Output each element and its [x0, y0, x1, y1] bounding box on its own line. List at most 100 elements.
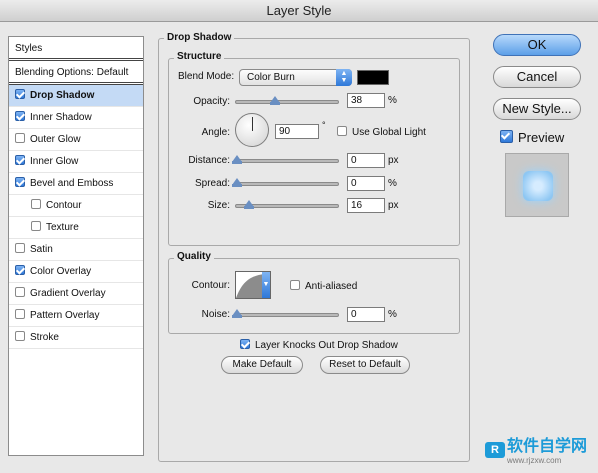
noise-unit: % — [388, 309, 397, 320]
watermark-url: www.rjzxw.com — [507, 456, 562, 465]
style-item-pattern-overlay[interactable]: Pattern Overlay — [9, 305, 143, 327]
noise-field[interactable]: 0 — [347, 307, 385, 322]
style-item-color-overlay[interactable]: Color Overlay — [9, 261, 143, 283]
watermark: R 软件自学网 www.rjzxw.com — [485, 432, 587, 465]
style-item-label: Pattern Overlay — [30, 310, 100, 321]
opacity-label: Opacity: — [193, 96, 230, 107]
knockout-label: Layer Knocks Out Drop Shadow — [255, 340, 398, 351]
style-checkbox[interactable] — [15, 309, 25, 319]
style-item-inner-shadow[interactable]: Inner Shadow — [9, 107, 143, 129]
angle-unit: ° — [322, 120, 326, 130]
style-item-label: Bevel and Emboss — [30, 178, 114, 189]
size-label: Size: — [207, 200, 230, 211]
style-checkbox[interactable] — [31, 221, 41, 231]
ok-button[interactable]: OK — [493, 34, 581, 56]
distance-slider[interactable] — [232, 155, 339, 164]
reset-to-default-button[interactable]: Reset to Default — [320, 356, 410, 374]
style-item-contour[interactable]: Contour — [9, 195, 143, 217]
style-item-label: Color Overlay — [30, 266, 92, 277]
spread-label: Spread: — [194, 178, 230, 189]
distance-unit: px — [388, 155, 399, 166]
style-item-stroke[interactable]: Stroke — [9, 327, 143, 349]
drop-shadow-panel: Drop Shadow Structure Blend Mode: Color … — [158, 32, 470, 464]
spread-field[interactable]: 0 — [347, 176, 385, 191]
layer-style-dialog: Styles Blending Options: Default Drop Sh… — [0, 22, 598, 473]
size-slider-knob[interactable] — [244, 200, 254, 209]
contour-label: Contour: — [191, 280, 230, 291]
size-field[interactable]: 16 — [347, 198, 385, 213]
preview-checkbox[interactable] — [500, 130, 513, 143]
style-checkbox[interactable] — [15, 133, 25, 143]
use-global-light-row[interactable]: Use Global Light — [337, 126, 426, 138]
style-item-outer-glow[interactable]: Outer Glow — [9, 129, 143, 151]
style-item-label: Outer Glow — [30, 134, 81, 145]
make-default-button[interactable]: Make Default — [221, 356, 303, 374]
style-checkbox[interactable] — [15, 89, 25, 99]
size-unit: px — [388, 200, 399, 211]
style-item-label: Drop Shadow — [30, 90, 95, 101]
anti-aliased-row[interactable]: Anti-aliased — [290, 280, 357, 292]
watermark-text: 软件自学网 — [507, 438, 588, 455]
style-item-label: Gradient Overlay — [30, 288, 106, 299]
opacity-slider-knob[interactable] — [270, 96, 280, 105]
blend-mode-select[interactable]: Color Burn ▲ ▼ — [239, 69, 352, 86]
opacity-slider[interactable] — [235, 96, 339, 105]
angle-dial[interactable] — [235, 113, 269, 147]
style-item-label: Texture — [46, 222, 79, 233]
preview-row[interactable]: Preview — [500, 130, 564, 145]
style-item-label: Satin — [30, 244, 53, 255]
knockout-checkbox[interactable] — [240, 339, 250, 349]
style-checkbox[interactable] — [15, 155, 25, 165]
opacity-unit: % — [388, 95, 397, 106]
noise-slider-knob[interactable] — [232, 309, 242, 318]
spread-slider-knob[interactable] — [232, 178, 242, 187]
noise-label: Noise: — [201, 309, 230, 320]
new-style-button[interactable]: New Style... — [493, 98, 581, 120]
style-item-gradient-overlay[interactable]: Gradient Overlay — [9, 283, 143, 305]
distance-slider-knob[interactable] — [232, 155, 242, 164]
style-item-label: Contour — [46, 200, 82, 211]
blending-options-item[interactable]: Blending Options: Default — [9, 61, 143, 85]
contour-curve-icon — [236, 274, 264, 298]
style-item-drop-shadow[interactable]: Drop Shadow — [9, 85, 143, 107]
opacity-field[interactable]: 38 — [347, 93, 385, 108]
spread-slider[interactable] — [232, 178, 339, 187]
blend-mode-value: Color Burn — [247, 72, 295, 83]
style-item-satin[interactable]: Satin — [9, 239, 143, 261]
style-checkbox[interactable] — [15, 177, 25, 187]
style-checkbox[interactable] — [15, 331, 25, 341]
quality-title: Quality — [174, 251, 214, 262]
style-item-label: Stroke — [30, 332, 59, 343]
style-checkbox[interactable] — [15, 265, 25, 275]
style-checkbox[interactable] — [31, 199, 41, 209]
style-checkbox[interactable] — [15, 111, 25, 121]
angle-label: Angle: — [201, 127, 230, 138]
angle-field[interactable]: 90 — [275, 124, 319, 139]
style-item-bevel-and-emboss[interactable]: Bevel and Emboss — [9, 173, 143, 195]
preview-layer — [523, 171, 553, 201]
style-item-texture[interactable]: Texture — [9, 217, 143, 239]
updown-arrows-icon: ▲ ▼ — [336, 69, 352, 86]
contour-picker[interactable]: ▼ — [235, 271, 271, 299]
styles-header[interactable]: Styles — [9, 37, 143, 61]
use-global-light-checkbox[interactable] — [337, 126, 347, 136]
distance-label: Distance: — [188, 155, 230, 166]
style-item-inner-glow[interactable]: Inner Glow — [9, 151, 143, 173]
anti-aliased-label: Anti-aliased — [305, 281, 358, 292]
section-title: Drop Shadow — [164, 32, 235, 43]
style-checkbox[interactable] — [15, 287, 25, 297]
dropdown-arrow-icon: ▼ — [262, 272, 270, 298]
size-slider[interactable] — [235, 200, 339, 209]
window-title: Layer Style — [0, 0, 598, 22]
anti-aliased-checkbox[interactable] — [290, 280, 300, 290]
style-checkbox[interactable] — [15, 243, 25, 253]
noise-slider[interactable] — [232, 309, 339, 318]
structure-group — [168, 58, 460, 246]
shadow-color-swatch[interactable] — [357, 70, 389, 85]
distance-field[interactable]: 0 — [347, 153, 385, 168]
style-item-label: Inner Glow — [30, 156, 79, 167]
preview-label: Preview — [518, 130, 565, 145]
cancel-button[interactable]: Cancel — [493, 66, 581, 88]
knockout-row[interactable]: Layer Knocks Out Drop Shadow — [240, 339, 398, 351]
preview-thumbnail — [505, 153, 569, 217]
